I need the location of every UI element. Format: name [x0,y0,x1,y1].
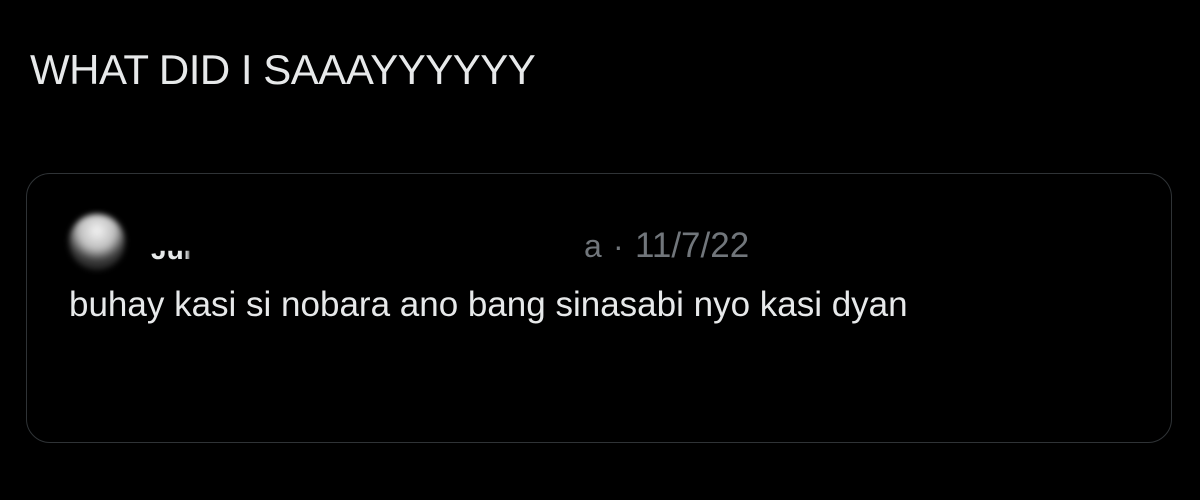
author-name[interactable]: Jul [151,251,191,268]
redaction-mark [189,222,599,270]
quoted-tweet-card[interactable]: Jul a · 11/7/22 buhay kasi si nobara ano… [26,173,1172,443]
quoted-tweet-date[interactable]: 11/7/22 [635,226,749,266]
separator-dot: · [613,228,624,264]
quoted-tweet-header: Jul a · 11/7/22 [69,214,829,270]
avatar[interactable] [69,214,125,270]
quoted-tweet-text: buhay kasi si nobara ano bang sinasabi n… [69,285,908,324]
tweet-text: WHAT DID I SAAAYYYYYY [30,46,536,93]
